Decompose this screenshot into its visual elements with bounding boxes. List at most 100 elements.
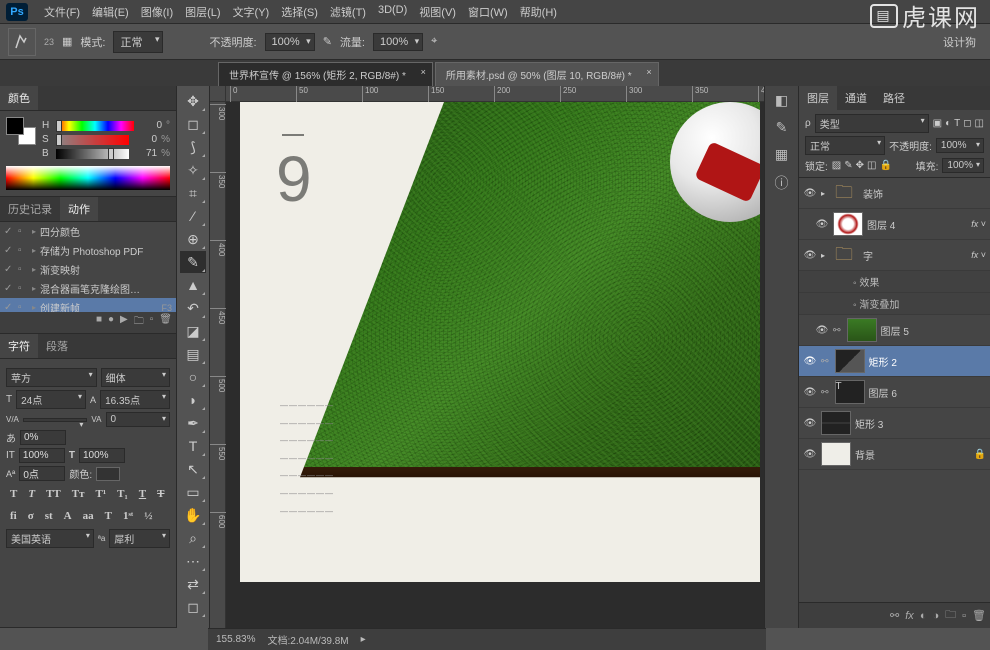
sat-slider[interactable] <box>56 135 129 145</box>
action-item-1[interactable]: ✓▫▸存储为 Photoshop PDF <box>0 241 176 260</box>
eraser-tool[interactable]: ◪ <box>180 320 206 342</box>
current-tool-icon[interactable] <box>8 28 36 56</box>
visibility-icon[interactable]: 👁 <box>803 188 817 199</box>
filter-shape-icon[interactable]: ◻ <box>963 118 971 129</box>
layer-item-5[interactable]: 👁⚯图层 5 <box>799 315 990 346</box>
action-item-2[interactable]: ✓▫▸渐变映射 <box>0 260 176 279</box>
pen-tool[interactable]: ✒ <box>180 412 206 434</box>
subscript-icon[interactable]: T₁ <box>113 485 132 503</box>
lock-all-icon[interactable]: 🔒 <box>879 160 891 171</box>
channels-tab[interactable]: 通道 <box>837 86 875 110</box>
crop-tool[interactable]: ⌗ <box>180 182 206 204</box>
move-tool[interactable]: ✥ <box>180 90 206 112</box>
stamp-tool[interactable]: ▲ <box>180 274 206 296</box>
dodge-tool[interactable]: ◗ <box>180 389 206 411</box>
edit-toolbar-tool[interactable]: ⋯ <box>180 550 206 572</box>
lock-paint-icon[interactable]: ✎ <box>844 160 852 171</box>
adjustment-icon[interactable]: ◑ <box>932 610 939 622</box>
baseline-input[interactable] <box>19 466 65 481</box>
eyedropper-tool[interactable]: ⁄ <box>180 205 206 227</box>
zoom-tool[interactable]: ⌕ <box>180 527 206 549</box>
allcaps-icon[interactable]: TT <box>42 485 65 503</box>
visibility-icon[interactable]: 👁 <box>803 418 817 429</box>
font-dropdown[interactable]: 苹方 <box>6 368 97 387</box>
doc-tab-1[interactable]: 所用素材.psd @ 50% (图层 10, RGB/8#) *× <box>435 62 659 86</box>
hscale-input[interactable] <box>79 448 125 463</box>
record-icon[interactable]: ● <box>108 314 114 331</box>
filter-kind-dropdown[interactable]: 类型 <box>815 114 929 133</box>
weight-dropdown[interactable]: 细体 <box>101 368 170 387</box>
flow-dropdown[interactable]: 100% <box>373 33 423 51</box>
ordinal-icon[interactable]: aa <box>79 507 98 525</box>
brush-tool[interactable]: ✎ <box>180 251 206 273</box>
paragraph-tab[interactable]: 段落 <box>38 334 76 358</box>
tracking-dropdown[interactable]: 0 <box>106 412 171 427</box>
lock-trans-icon[interactable]: ▨ <box>832 160 841 171</box>
color-tab[interactable]: 颜色 <box>0 86 38 110</box>
visibility-icon[interactable]: 👁 <box>803 250 817 261</box>
layer-thumb[interactable]: T <box>835 380 865 404</box>
info-icon[interactable]: ⓘ <box>775 173 789 193</box>
gradient-tool[interactable]: ▤ <box>180 343 206 365</box>
filter-type-icon[interactable]: T <box>954 118 960 129</box>
layer-item-1[interactable]: 👁图层 4fx ˅ <box>799 209 990 240</box>
menu-6[interactable]: 滤镜(T) <box>324 2 372 22</box>
play-icon[interactable]: ▶ <box>120 314 128 331</box>
delete-layer-icon[interactable]: 🗑 <box>972 609 986 622</box>
bri-slider[interactable] <box>56 149 129 159</box>
delete-action-icon[interactable]: 🗑 <box>159 314 172 331</box>
strike-icon[interactable]: T <box>153 485 168 503</box>
stylistic-icon[interactable]: st <box>41 507 57 525</box>
layer-item-3[interactable]: ◦ 效果 <box>799 271 990 293</box>
tsume-input[interactable] <box>20 430 66 445</box>
type-tool[interactable]: T <box>180 435 206 457</box>
fx-icon[interactable]: fx <box>905 610 914 622</box>
filter-adjust-icon[interactable]: ◐ <box>945 118 951 129</box>
brush-icon[interactable]: ✎ <box>776 119 788 136</box>
rect-tool[interactable]: ▭ <box>180 481 206 503</box>
filter-pixel-icon[interactable]: ▣ <box>933 118 942 129</box>
action-item-4[interactable]: ✓▫▸创建新帧F3 <box>0 298 176 312</box>
swatches-icon[interactable]: ▦ <box>775 146 788 163</box>
paths-tab[interactable]: 路径 <box>875 86 913 110</box>
link-layers-icon[interactable]: ⚯ <box>890 609 899 622</box>
actions-tab[interactable]: 动作 <box>60 197 98 221</box>
menu-9[interactable]: 窗口(W) <box>462 2 514 22</box>
menu-1[interactable]: 编辑(E) <box>86 2 135 22</box>
aa-dropdown[interactable]: 犀利 <box>109 529 170 548</box>
history-icon[interactable]: ◧ <box>775 92 788 109</box>
ligature-icon[interactable]: fi <box>6 507 21 525</box>
hue-slider[interactable] <box>56 121 134 131</box>
lasso-tool[interactable]: ⟆ <box>180 136 206 158</box>
layer-item-6[interactable]: 👁⚯矩形 2 <box>799 346 990 377</box>
swap-tool[interactable]: ⇄ <box>180 573 206 595</box>
layer-thumb[interactable] <box>821 411 851 435</box>
layer-thumb[interactable] <box>847 318 877 342</box>
menu-2[interactable]: 图像(I) <box>135 2 179 22</box>
visibility-icon[interactable]: 👁 <box>803 449 817 460</box>
filter-smart-icon[interactable]: ◫ <box>975 118 984 129</box>
menu-10[interactable]: 帮助(H) <box>514 2 563 22</box>
ruler-vertical[interactable]: 300350400450500550600 <box>210 102 226 628</box>
visibility-icon[interactable]: 👁 <box>803 356 817 367</box>
half-icon[interactable]: ½ <box>140 507 156 525</box>
action-item-0[interactable]: ✓▫▸四分颜色 <box>0 222 176 241</box>
visibility-icon[interactable]: 👁 <box>815 325 829 336</box>
layer-item-4[interactable]: ◦ 渐变叠加 <box>799 293 990 315</box>
lock-pos-icon[interactable]: ✥ <box>856 160 864 171</box>
canvas[interactable]: 9 ——————————————————————————————————————… <box>240 102 760 582</box>
menu-8[interactable]: 视图(V) <box>413 2 462 22</box>
tab-close-icon[interactable]: × <box>421 67 426 77</box>
brush-preset-icon[interactable]: ▦ <box>62 35 72 48</box>
marquee-tool[interactable]: ◻ <box>180 113 206 135</box>
menu-5[interactable]: 选择(S) <box>275 2 324 22</box>
stop-icon[interactable]: ■ <box>96 314 102 331</box>
blend-mode-dropdown[interactable]: 正常 <box>113 31 163 53</box>
mask-icon[interactable]: ◐ <box>920 610 927 622</box>
hand-tool[interactable]: ✋ <box>180 504 206 526</box>
fraction-icon[interactable]: T <box>101 507 116 525</box>
visibility-icon[interactable]: 👁 <box>803 387 817 398</box>
path-tool[interactable]: ↖ <box>180 458 206 480</box>
workspace-label[interactable]: 设计狗 <box>943 34 976 50</box>
smallcaps-icon[interactable]: Tᴛ <box>68 485 89 503</box>
